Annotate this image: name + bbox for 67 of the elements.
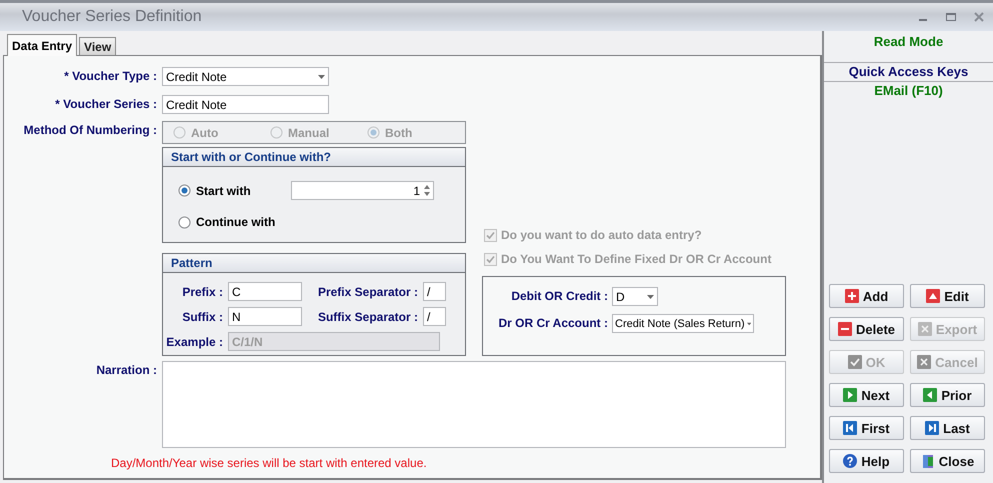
maximize-icon[interactable] <box>945 11 957 23</box>
dropdown-caret-icon <box>318 74 325 78</box>
field-label: Dr OR Cr Account : <box>497 315 608 332</box>
mode-label: Read Mode <box>872 34 944 50</box>
delete-button[interactable]: Delete <box>829 317 904 341</box>
narration-textarea[interactable] <box>162 361 786 448</box>
door-icon <box>920 454 935 468</box>
group-header[interactable]: Start with or Continue with? <box>163 148 465 167</box>
radio-button[interactable] <box>178 216 191 228</box>
tab[interactable]: View <box>79 37 116 55</box>
cross-icon <box>917 355 932 369</box>
field-label: Narration : <box>95 362 157 377</box>
checkbox-label: Do you want to do auto data entry? <box>501 228 702 242</box>
spinner-arrows-icon <box>424 185 430 196</box>
shortcut-label: EMail (F10) <box>873 83 944 98</box>
pattern-field[interactable]: / <box>423 307 446 326</box>
group-header[interactable]: Pattern <box>163 254 465 273</box>
pattern-field[interactable]: N <box>228 307 302 326</box>
check-icon <box>848 355 862 369</box>
radio-label: Manual <box>288 126 330 140</box>
close-icon[interactable] <box>973 11 985 23</box>
checkbox-label: Do You Want To Define Fixed Dr OR Cr Account <box>501 252 772 266</box>
pattern-field[interactable]: C <box>228 282 302 301</box>
close-button[interactable]: Close <box>910 449 985 473</box>
field-label: * Voucher Series : <box>54 96 157 111</box>
field-label: Debit OR Credit : <box>510 288 608 305</box>
info-note: Day/Month/Year wise series will be start with entered value. <box>111 456 428 470</box>
field-label: Method Of Numbering : <box>22 122 157 137</box>
section-header: Quick Access Keys <box>824 62 993 82</box>
help-icon <box>843 454 858 468</box>
field-label: Prefix Separator : <box>316 284 418 298</box>
tab[interactable]: Data Entry <box>7 34 78 56</box>
dropdown-caret-icon <box>647 294 654 298</box>
triangle-up-icon <box>926 289 940 303</box>
next-button[interactable]: Next <box>829 383 904 407</box>
field-label: Example : <box>165 334 223 348</box>
first-button[interactable]: First <box>829 416 904 440</box>
debit-credit-dropdown[interactable]: D <box>612 287 658 306</box>
field-label: Suffix Separator : <box>316 310 418 324</box>
field-label: * Voucher Type : <box>63 68 157 83</box>
start-number-spinner[interactable]: 1 <box>291 181 434 200</box>
pattern-field[interactable]: / <box>423 282 446 301</box>
voucher-series-field[interactable]: Credit Note <box>162 95 329 114</box>
field-label: Suffix : <box>181 310 223 324</box>
play-left-icon <box>923 388 938 402</box>
plus-icon <box>844 289 859 303</box>
radio-label: Both <box>385 126 412 140</box>
spreadsheet-icon <box>918 322 932 336</box>
account-dropdown[interactable]: Credit Note (Sales Return) <box>612 314 754 333</box>
last-button[interactable]: Last <box>910 416 985 440</box>
play-right-icon <box>843 388 858 402</box>
radio-label: Auto <box>191 126 218 140</box>
skip-back-icon <box>843 421 858 435</box>
radio-label: Start with <box>196 184 251 198</box>
radio-button[interactable] <box>178 184 191 197</box>
voucher-type-dropdown[interactable]: Credit Note <box>162 67 329 86</box>
add-button[interactable]: Add <box>829 284 904 308</box>
example-field: C/1/N <box>228 332 440 351</box>
window-title: Voucher Series Definition <box>22 8 203 26</box>
minus-icon <box>838 322 852 336</box>
field-label: Prefix : <box>181 284 223 298</box>
dropdown-caret-icon <box>746 322 751 326</box>
prior-button[interactable]: Prior <box>910 383 985 407</box>
edit-button[interactable]: Edit <box>910 284 985 308</box>
skip-forward-icon <box>925 421 940 435</box>
help-button[interactable]: Help <box>829 449 904 473</box>
radio-label: Continue with <box>196 215 276 229</box>
